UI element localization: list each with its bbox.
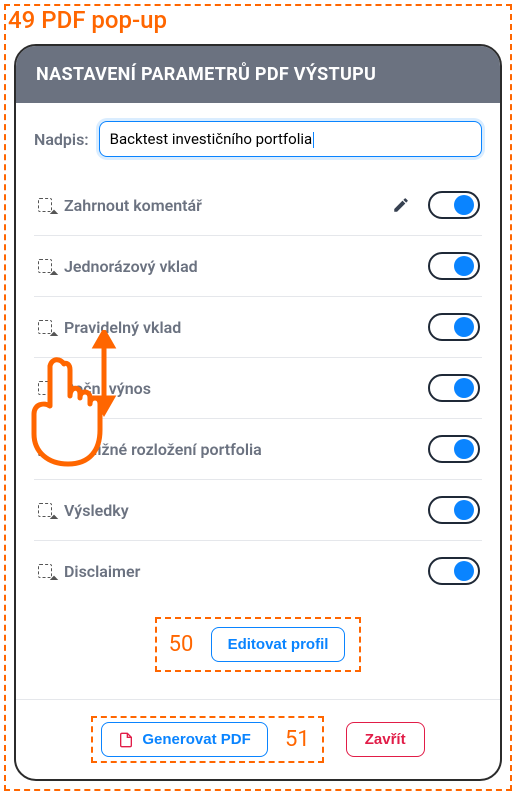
- close-button[interactable]: Zavřít: [346, 722, 425, 757]
- title-text: Backtest investičního portfolia: [110, 130, 313, 148]
- modal-footer: Generovat PDF 51 Zavřít: [16, 699, 500, 779]
- title-row: Nadpis: Backtest investičního portfolia: [34, 121, 482, 157]
- toggle-knob: [454, 561, 474, 581]
- annotation-label-50: 50: [169, 632, 194, 657]
- option-row-annual_ret[interactable]: Roční výnos: [34, 358, 482, 419]
- modal-body: Nadpis: Backtest investičního portfolia …: [16, 103, 500, 699]
- option-label: Přibližné rozložení portfolia: [64, 440, 418, 459]
- option-label: Disclaimer: [64, 562, 418, 581]
- edit-profile-button[interactable]: Editovat profil: [211, 627, 346, 662]
- toggle-lump_sum[interactable]: [428, 252, 480, 280]
- annotation-frame-50: 50 Editovat profil: [155, 617, 362, 672]
- options-list: Zahrnout komentář Jednorázový vklad Pravid…: [34, 175, 482, 601]
- option-label: Jednorázový vklad: [64, 257, 418, 276]
- drag-handle-icon[interactable]: [36, 562, 54, 580]
- drag-handle-icon[interactable]: [36, 196, 54, 214]
- option-row-allocation[interactable]: Přibližné rozložení portfolia: [34, 419, 482, 480]
- annotation-label-49: 49 PDF pop-up: [8, 6, 167, 34]
- text-caret: [313, 132, 314, 148]
- annotation-frame-51: Generovat PDF 51: [91, 716, 323, 763]
- option-row-results[interactable]: Výsledky: [34, 480, 482, 541]
- generate-pdf-button[interactable]: Generovat PDF: [101, 722, 267, 757]
- toggle-comment[interactable]: [428, 191, 480, 219]
- toggle-knob: [454, 195, 474, 215]
- pencil-icon[interactable]: [392, 196, 410, 214]
- toggle-allocation[interactable]: [428, 435, 480, 463]
- pdf-settings-modal: NASTAVENÍ PARAMETRŮ PDF VÝSTUPU Nadpis: …: [14, 44, 502, 781]
- option-row-comment[interactable]: Zahrnout komentář: [34, 175, 482, 236]
- option-label: Zahrnout komentář: [64, 196, 382, 215]
- drag-handle-icon[interactable]: [36, 501, 54, 519]
- pdf-file-icon: [118, 732, 134, 748]
- toggle-knob: [454, 378, 474, 398]
- close-label: Zavřít: [365, 731, 406, 748]
- toggle-results[interactable]: [428, 496, 480, 524]
- drag-handle-icon[interactable]: [36, 440, 54, 458]
- drag-handle-icon[interactable]: [36, 257, 54, 275]
- modal-title: NASTAVENÍ PARAMETRŮ PDF VÝSTUPU: [16, 46, 500, 103]
- option-row-disclaimer[interactable]: Disclaimer: [34, 541, 482, 601]
- option-row-recurring[interactable]: Pravidelný vklad: [34, 297, 482, 358]
- toggle-recurring[interactable]: [428, 313, 480, 341]
- toggle-knob: [454, 256, 474, 276]
- drag-handle-icon[interactable]: [36, 318, 54, 336]
- toggle-knob: [454, 317, 474, 337]
- option-label: Pravidelný vklad: [64, 318, 418, 337]
- title-label: Nadpis:: [34, 130, 89, 149]
- annotation-label-51: 51: [285, 727, 310, 752]
- edit-profile-label: Editovat profil: [228, 636, 329, 653]
- toggle-knob: [454, 500, 474, 520]
- option-label: Výsledky: [64, 501, 418, 520]
- generate-pdf-label: Generovat PDF: [142, 731, 250, 748]
- option-row-lump_sum[interactable]: Jednorázový vklad: [34, 236, 482, 297]
- toggle-annual_ret[interactable]: [428, 374, 480, 402]
- toggle-knob: [454, 439, 474, 459]
- option-label: Roční výnos: [64, 379, 418, 398]
- title-input[interactable]: Backtest investičního portfolia: [99, 121, 482, 157]
- drag-handle-icon[interactable]: [36, 379, 54, 397]
- toggle-disclaimer[interactable]: [428, 557, 480, 585]
